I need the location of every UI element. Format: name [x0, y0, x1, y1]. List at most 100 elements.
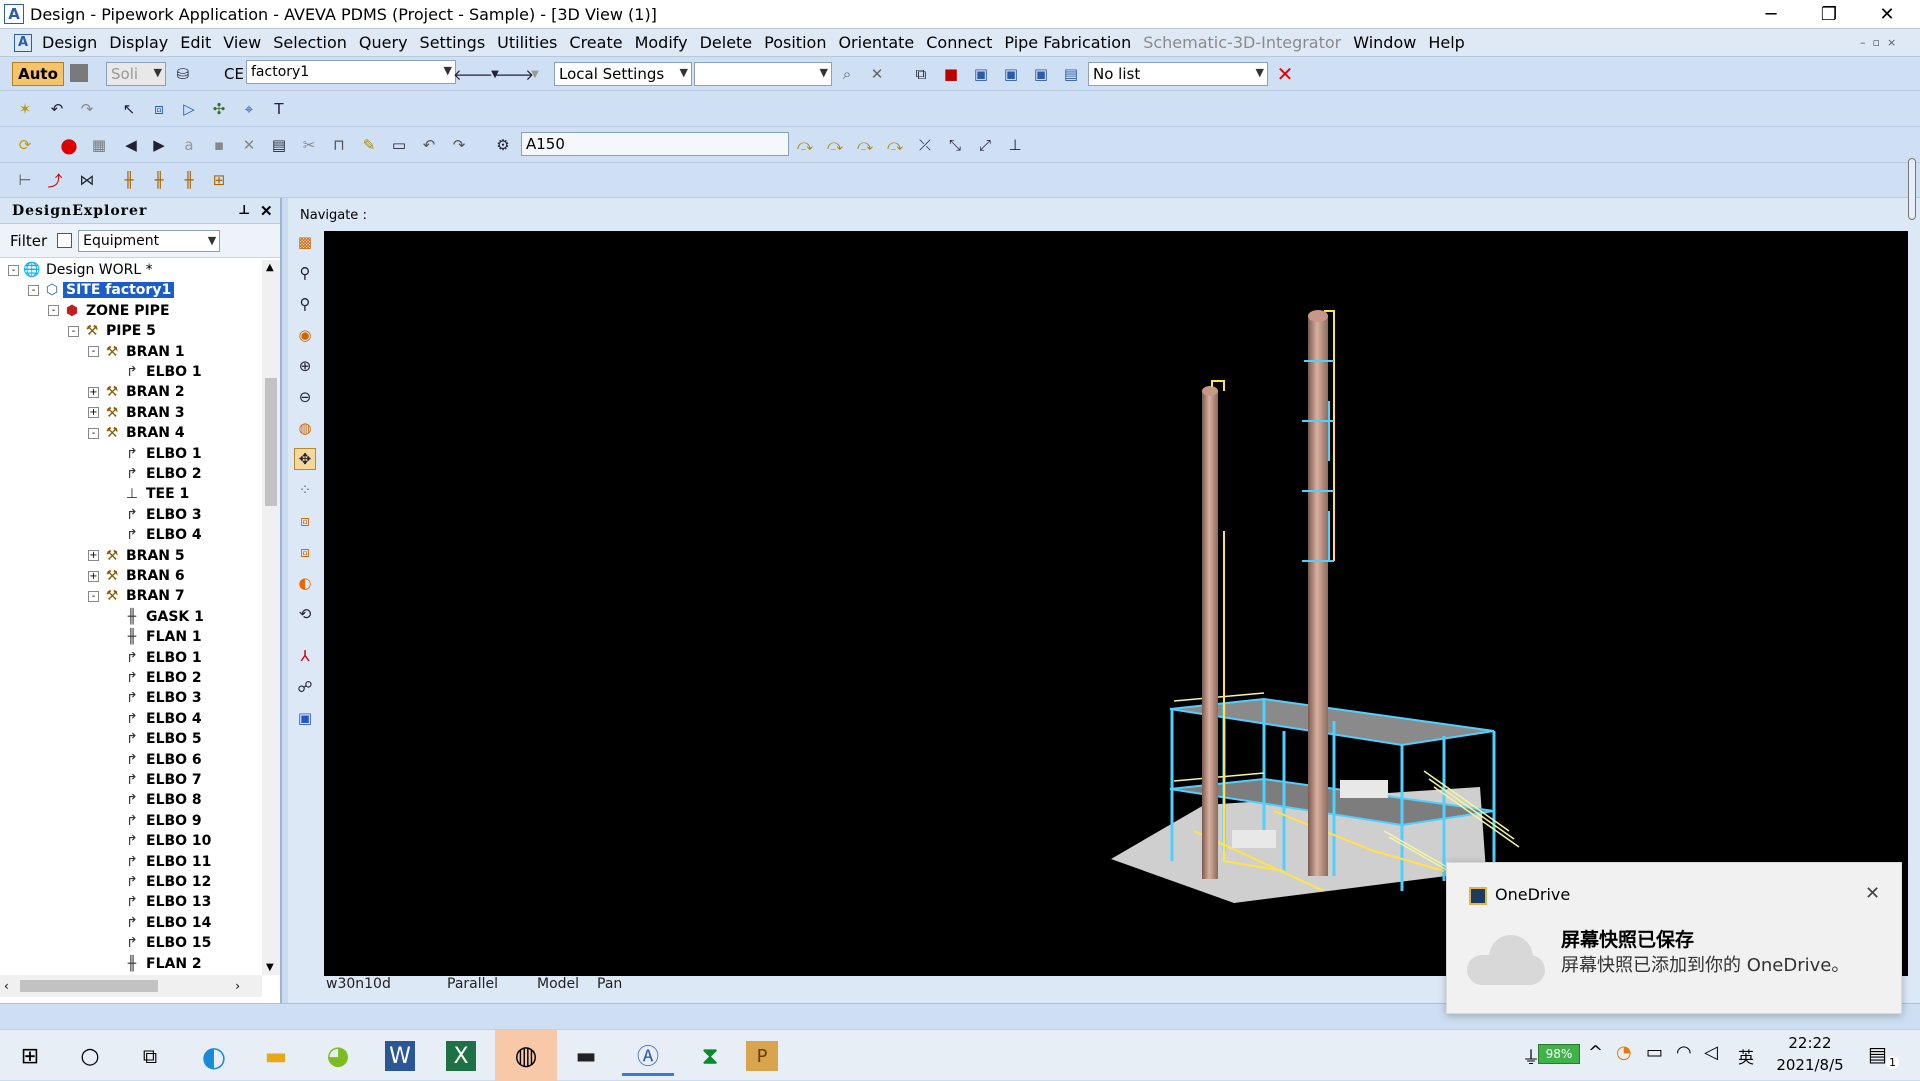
battery-icon[interactable]: ▭: [1646, 1042, 1663, 1063]
pipe-icon-6[interactable]: ╫: [178, 169, 200, 191]
rename-icon[interactable]: a: [178, 134, 200, 156]
tree-node[interactable]: ↱ ELBO 5: [108, 729, 205, 749]
tree-node[interactable]: ↱ ELBO 1: [108, 648, 205, 668]
tree-node[interactable]: ↱ ELBO 4: [108, 525, 205, 545]
tree-expander-icon[interactable]: -: [88, 427, 99, 439]
minimize-button[interactable]: ─: [1742, 0, 1800, 29]
wifi-icon[interactable]: ◠: [1676, 1042, 1692, 1063]
auto-button[interactable]: Auto: [12, 62, 64, 86]
redo-icon[interactable]: ↷: [76, 98, 98, 120]
clear-icon[interactable]: ✕: [866, 63, 888, 85]
menu-orientate[interactable]: Orientate: [832, 33, 920, 52]
tree-expander-icon[interactable]: -: [88, 590, 99, 602]
menu-delete[interactable]: Delete: [694, 33, 759, 52]
edge-browser-icon[interactable]: ◐: [188, 1036, 240, 1076]
select-all-icon[interactable]: ✶: [14, 98, 36, 120]
tree-vertical-scrollbar[interactable]: ▲ ▼: [262, 260, 280, 975]
tree-expander-icon[interactable]: -: [8, 264, 19, 276]
close-button[interactable]: ✕: [1858, 0, 1916, 29]
menu-position[interactable]: Position: [758, 33, 832, 52]
tree-expander-icon[interactable]: +: [88, 550, 99, 562]
pencil-icon[interactable]: ✎: [358, 134, 380, 156]
tree-node[interactable]: ↱ ELBO 3: [108, 688, 205, 708]
menu-view[interactable]: View: [217, 33, 267, 52]
view-tool-layer-icon-2[interactable]: ⧈: [294, 541, 316, 563]
tray-app-icon[interactable]: ◔: [1616, 1042, 1632, 1063]
window-icon-1[interactable]: ▣: [970, 63, 992, 85]
tree-horizontal-scrollbar[interactable]: ‹ ›: [0, 975, 262, 997]
task-view-icon[interactable]: ⧉: [124, 1036, 176, 1076]
tree-node[interactable]: ↱ ELBO 9: [108, 811, 205, 831]
tree-node[interactable]: ↱ ELBO 12: [108, 872, 214, 892]
tree-node[interactable]: + ⚒ BRAN 2: [88, 382, 188, 402]
database-icon[interactable]: ⛁: [172, 63, 194, 85]
group-icon[interactable]: ▪: [208, 134, 230, 156]
window-icon-2[interactable]: ▣: [1000, 63, 1022, 85]
cut-icon[interactable]: ✂: [298, 134, 320, 156]
file-explorer-icon[interactable]: ▬: [250, 1036, 302, 1076]
volume-icon[interactable]: ◁: [1704, 1042, 1718, 1063]
terminal-icon[interactable]: ▬: [560, 1036, 612, 1076]
undo-icon[interactable]: ↶: [46, 98, 68, 120]
tree-node[interactable]: ↱ ELBO 4: [108, 709, 205, 729]
triangle-icon[interactable]: ▷: [178, 98, 200, 120]
view-tool-sphere-icon[interactable]: ◉: [294, 324, 316, 346]
tree-node[interactable]: - ⚒ BRAN 7: [88, 586, 188, 606]
tree-node[interactable]: ↱ ELBO 2: [108, 464, 205, 484]
tree-node[interactable]: + ⚒ BRAN 5: [88, 546, 188, 566]
menu-query[interactable]: Query: [353, 33, 414, 52]
ce-combo[interactable]: factory1 ▼: [246, 60, 456, 84]
tree-node[interactable]: ↱ ELBO 15: [108, 933, 214, 953]
pipe-tool-icon-8[interactable]: ⊥: [1004, 134, 1026, 156]
model-editor-icon[interactable]: ✣: [208, 98, 230, 120]
toast-close-icon[interactable]: ✕: [1865, 883, 1880, 904]
stop-icon[interactable]: ●: [58, 133, 80, 157]
table-icon[interactable]: ▤: [268, 134, 290, 156]
pipe-icon-3[interactable]: ⋈: [76, 169, 98, 191]
refresh-icon[interactable]: ⟳: [14, 134, 36, 156]
tree-expander-icon[interactable]: +: [88, 386, 99, 398]
filter-combo[interactable]: Equipment ▼: [78, 229, 221, 252]
onedrive-notification[interactable]: OneDrive ✕ 屏幕快照已保存 屏幕快照已添加到你的 OneDrive。: [1446, 862, 1902, 1014]
tree-node[interactable]: ↱ ELBO 3: [108, 505, 205, 525]
settings-secondary-combo[interactable]: ▼: [694, 62, 832, 86]
menu-selection[interactable]: Selection: [267, 33, 353, 52]
pointer-icon[interactable]: ↖: [118, 98, 140, 120]
notification-center-icon[interactable]: ▤: [1868, 1042, 1887, 1066]
tree-node[interactable]: ↱ ELBO 1: [108, 444, 205, 464]
pipe-tool-icon-1[interactable]: ⤼: [794, 134, 816, 156]
screenshot-app-icon[interactable]: ◍: [495, 1030, 557, 1081]
colour-swatch-icon[interactable]: [70, 64, 88, 82]
pipe-tool-icon-7[interactable]: ⤢: [974, 134, 996, 156]
tree-expander-icon[interactable]: -: [28, 284, 39, 296]
close-panel-icon[interactable]: ✕: [260, 202, 274, 220]
tree-node[interactable]: ↱ ELBO 1: [108, 362, 205, 382]
tree-expander-icon[interactable]: -: [88, 346, 99, 358]
pipe-icon-2[interactable]: ⤴: [44, 169, 66, 191]
menu-design[interactable]: Design: [36, 33, 103, 52]
battery-indicator[interactable]: 98%: [1538, 1044, 1580, 1064]
previous-icon[interactable]: ◀: [120, 134, 142, 156]
menu-modify[interactable]: Modify: [629, 33, 694, 52]
menu-pipe-fabrication[interactable]: Pipe Fabrication: [998, 33, 1137, 52]
tree-node[interactable]: ↱ ELBO 13: [108, 892, 214, 912]
spec-field[interactable]: A150: [521, 132, 789, 156]
ime-indicator[interactable]: 英: [1738, 1044, 1754, 1068]
menu-help[interactable]: Help: [1422, 33, 1470, 52]
copy-icon[interactable]: ⧉: [910, 63, 932, 85]
menu-window[interactable]: Window: [1347, 33, 1422, 52]
view-tool-window-icon[interactable]: ▣: [294, 707, 316, 729]
pipe-icon-5[interactable]: ╫: [148, 169, 170, 191]
view-tool-zoom-icon[interactable]: ⚲: [294, 293, 316, 315]
tree-node[interactable]: ↱ ELBO 11: [108, 852, 214, 872]
pipe-tool-icon-2[interactable]: ⤼: [824, 134, 846, 156]
tree-node[interactable]: + ⚒ BRAN 3: [88, 403, 188, 423]
view-tool-box-icon[interactable]: ▩: [294, 231, 316, 253]
dimension-icon[interactable]: ⊓: [328, 134, 350, 156]
view-tool-people-icon[interactable]: ☍: [294, 676, 316, 698]
pipe-tool-icon-3[interactable]: ⤼: [854, 134, 876, 156]
pin-icon[interactable]: ⊥: [238, 203, 251, 218]
tree-scroll-thumb[interactable]: [265, 378, 277, 506]
menu-utilities[interactable]: Utilities: [491, 33, 563, 52]
undo-component-icon[interactable]: ↶: [418, 134, 440, 156]
